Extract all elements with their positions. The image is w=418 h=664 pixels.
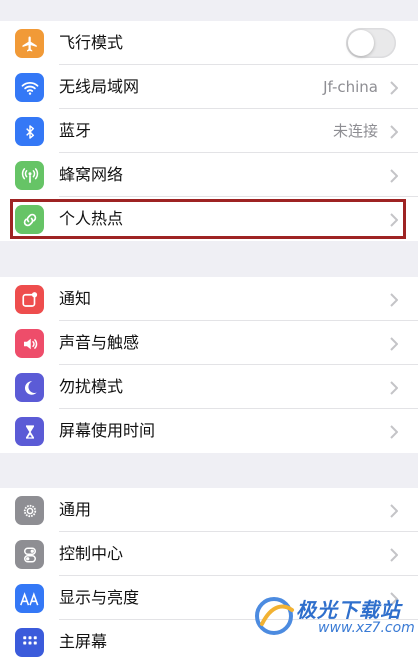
wifi-row[interactable]: 无线局域网 Jf-china (0, 65, 418, 109)
control-center-row[interactable]: 控制中心 (0, 532, 418, 576)
chevron-right-icon (390, 547, 399, 566)
speaker-icon (15, 329, 44, 358)
airplane-mode-toggle[interactable] (346, 28, 396, 58)
chevron-right-icon (390, 292, 399, 311)
chevron-right-icon (390, 336, 399, 355)
home-screen-label: 主屏幕 (59, 632, 108, 651)
bluetooth-icon (15, 117, 44, 146)
settings-group-notifications: 通知 声音与触感 勿扰模式 屏幕使用时间 (0, 277, 418, 453)
watermark-logo-icon (255, 597, 294, 635)
control-center-label: 控制中心 (59, 544, 124, 563)
wifi-network-value: Jf-china (323, 78, 378, 96)
notifications-icon (15, 285, 44, 314)
highlight-box (10, 199, 406, 239)
bluetooth-status-value: 未连接 (332, 122, 378, 140)
chevron-right-icon (390, 168, 399, 187)
watermark-url: www.xz7.com (318, 620, 415, 636)
chevron-right-icon (390, 380, 399, 399)
home-grid-icon (15, 628, 44, 657)
hourglass-icon (15, 417, 44, 446)
chevron-right-icon (390, 424, 399, 443)
watermark-title: 极光下载站 (296, 598, 401, 622)
notifications-label: 通知 (59, 289, 92, 308)
general-row[interactable]: 通用 (0, 488, 418, 532)
do-not-disturb-label: 勿扰模式 (59, 377, 124, 396)
general-label: 通用 (59, 500, 92, 519)
screen-time-row[interactable]: 屏幕使用时间 (0, 409, 418, 453)
text-size-icon (15, 584, 44, 613)
moon-icon (15, 373, 44, 402)
screen-time-label: 屏幕使用时间 (59, 421, 156, 440)
chevron-right-icon (390, 503, 399, 522)
airplane-mode-row[interactable]: 飞行模式 (0, 21, 418, 65)
airplane-icon (15, 29, 44, 58)
toggle-knob (348, 30, 374, 56)
gear-icon (15, 496, 44, 525)
switches-icon (15, 540, 44, 569)
sounds-haptics-row[interactable]: 声音与触感 (0, 321, 418, 365)
notifications-row[interactable]: 通知 (0, 277, 418, 321)
antenna-icon (15, 161, 44, 190)
chevron-right-icon (390, 80, 399, 99)
bluetooth-row[interactable]: 蓝牙 未连接 (0, 109, 418, 153)
sounds-haptics-label: 声音与触感 (59, 333, 140, 352)
do-not-disturb-row[interactable]: 勿扰模式 (0, 365, 418, 409)
watermark: 极光下载站 www.xz7.com (252, 592, 415, 642)
cellular-row[interactable]: 蜂窝网络 (0, 153, 418, 197)
display-brightness-label: 显示与亮度 (59, 588, 140, 607)
chevron-right-icon (390, 124, 399, 143)
bluetooth-label: 蓝牙 (59, 121, 92, 140)
wifi-label: 无线局域网 (59, 77, 140, 96)
cellular-label: 蜂窝网络 (59, 165, 124, 184)
wifi-icon (15, 73, 44, 102)
airplane-mode-label: 飞行模式 (59, 33, 124, 52)
